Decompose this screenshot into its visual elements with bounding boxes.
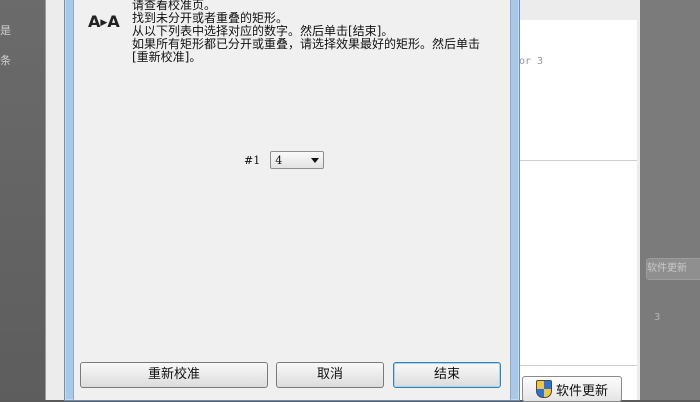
software-update-label: 软件更新 — [555, 383, 608, 399]
pattern-select-row: #1 4 — [244, 151, 325, 169]
background-right-panel: or 3 — [518, 20, 637, 400]
software-update-button[interactable]: 软件更新 — [522, 376, 622, 402]
alignment-icon: A▶A — [88, 12, 120, 31]
background-software-update-label: 软件更新 — [647, 263, 687, 274]
dialog-body: A▶A 请查看校准页。 找到未分开或者重叠的矩形。 从以下列表中选择对应的数字。… — [73, 0, 511, 400]
instruction-line: [重新校准]。 — [132, 50, 202, 64]
recalibrate-button[interactable]: 重新校准 — [80, 362, 268, 388]
divider — [519, 365, 637, 366]
pattern-number-select[interactable]: 4 — [270, 151, 325, 169]
shield-icon — [535, 380, 552, 398]
cancel-button[interactable]: 取消 — [276, 362, 384, 388]
chevron-down-icon — [311, 157, 320, 163]
instructions-text: 请查看校准页。 找到未分开或者重叠的矩形。 从以下列表中选择对应的数字。然后单击… — [132, 0, 512, 64]
finish-button[interactable]: 结束 — [393, 362, 501, 388]
divider — [519, 160, 637, 161]
background-far-right: 软件更新 3 — [640, 0, 700, 400]
background-edge-text: 是 — [0, 24, 11, 37]
background-software-update-button[interactable]: 软件更新 — [646, 258, 700, 280]
pattern-select-label: #1 — [244, 153, 261, 167]
background-number: 3 — [654, 312, 661, 323]
background-faint-text: or 3 — [519, 56, 544, 67]
background-left-strip: 是 条 — [0, 0, 45, 400]
pattern-select-value: 4 — [275, 153, 283, 167]
calibration-dialog: A▶A 请查看校准页。 找到未分开或者重叠的矩形。 从以下列表中选择对应的数字。… — [64, 0, 520, 401]
background-edge-text: 条 — [0, 54, 11, 67]
